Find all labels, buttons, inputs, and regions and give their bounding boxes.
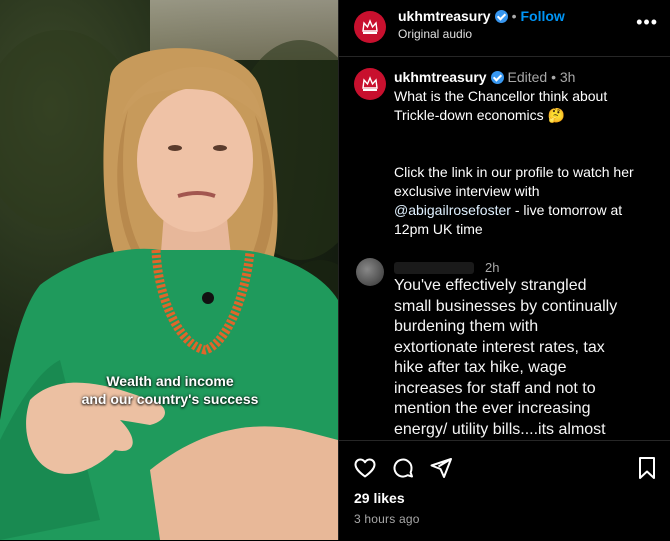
header-username[interactable]: ukhmtreasury (398, 8, 491, 24)
share-icon[interactable] (429, 456, 453, 480)
post-panel: ukhmtreasury • Follow Original audio ••• u… (339, 0, 670, 541)
caption-text: What is the Chancellor think about (394, 88, 608, 104)
post-timestamp: 3 hours ago (354, 512, 420, 526)
header-username-row: ukhmtreasury • Follow (398, 8, 565, 24)
caption-avatar[interactable] (354, 68, 386, 100)
speaker-figure (0, 48, 338, 540)
caption-line: Wealth and income (106, 373, 234, 389)
caption-text: Trickle-down economics 🤔 (394, 107, 565, 123)
more-options-icon[interactable]: ••• (636, 12, 658, 33)
comment-line: burdening them with (394, 318, 539, 335)
caption-text: 12pm UK time (394, 221, 483, 237)
caption-text: exclusive interview with (394, 183, 540, 199)
post-header: ukhmtreasury • Follow Original audio ••• (339, 0, 670, 57)
comment-line: energy/ utility bills....its almost (394, 420, 606, 438)
separator-dot: • (551, 69, 556, 85)
comment-line: small businesses by continually (394, 297, 618, 315)
comment-line: mention the ever increasing (394, 400, 591, 417)
post-time: 3h (559, 69, 576, 85)
commenter-username-redacted (394, 262, 474, 274)
account-avatar[interactable] (354, 11, 386, 43)
video-player[interactable]: Wealth and income and our country's succ… (0, 0, 338, 540)
follow-button[interactable]: Follow (521, 8, 565, 24)
comment-time: 2h (485, 260, 500, 275)
audio-label[interactable]: Original audio (398, 27, 472, 41)
comment-line: You've effectively strangled (394, 277, 587, 294)
action-bar (353, 456, 453, 480)
commenter-avatar[interactable] (356, 258, 384, 286)
bookmark-icon[interactable] (636, 456, 658, 480)
video-caption: Wealth and income and our country's succ… (40, 372, 300, 408)
verified-badge-icon (490, 71, 504, 84)
heart-icon[interactable] (353, 456, 377, 480)
comment-line: extortionate interest rates, tax (394, 338, 605, 356)
comment-line: hike after tax hike, wage (394, 359, 567, 376)
caption-username[interactable]: ukhmtreasury (394, 69, 487, 85)
crown-icon (362, 76, 378, 91)
comment-text: You've effectively strangled small busin… (394, 276, 659, 440)
caption-line: and our country's success (81, 391, 259, 407)
post-actions-footer: 29 likes 3 hours ago (339, 440, 670, 541)
comment-icon[interactable] (391, 456, 415, 480)
verified-badge-icon (494, 10, 508, 23)
crown-icon (362, 19, 378, 34)
caption-body: ukhmtreasury Edited • 3h What is the Cha… (394, 68, 659, 239)
caption-text: - live tomorrow at (510, 202, 623, 218)
caption-text: Click the link in our profile to watch h… (394, 164, 634, 180)
edited-label: Edited (507, 69, 548, 85)
comment-line: increases for staff and not to (394, 379, 596, 397)
likes-count[interactable]: 29 likes (354, 490, 405, 506)
separator-dot: • (511, 8, 517, 24)
mention-link[interactable]: @abigailrosefoster (394, 202, 511, 218)
